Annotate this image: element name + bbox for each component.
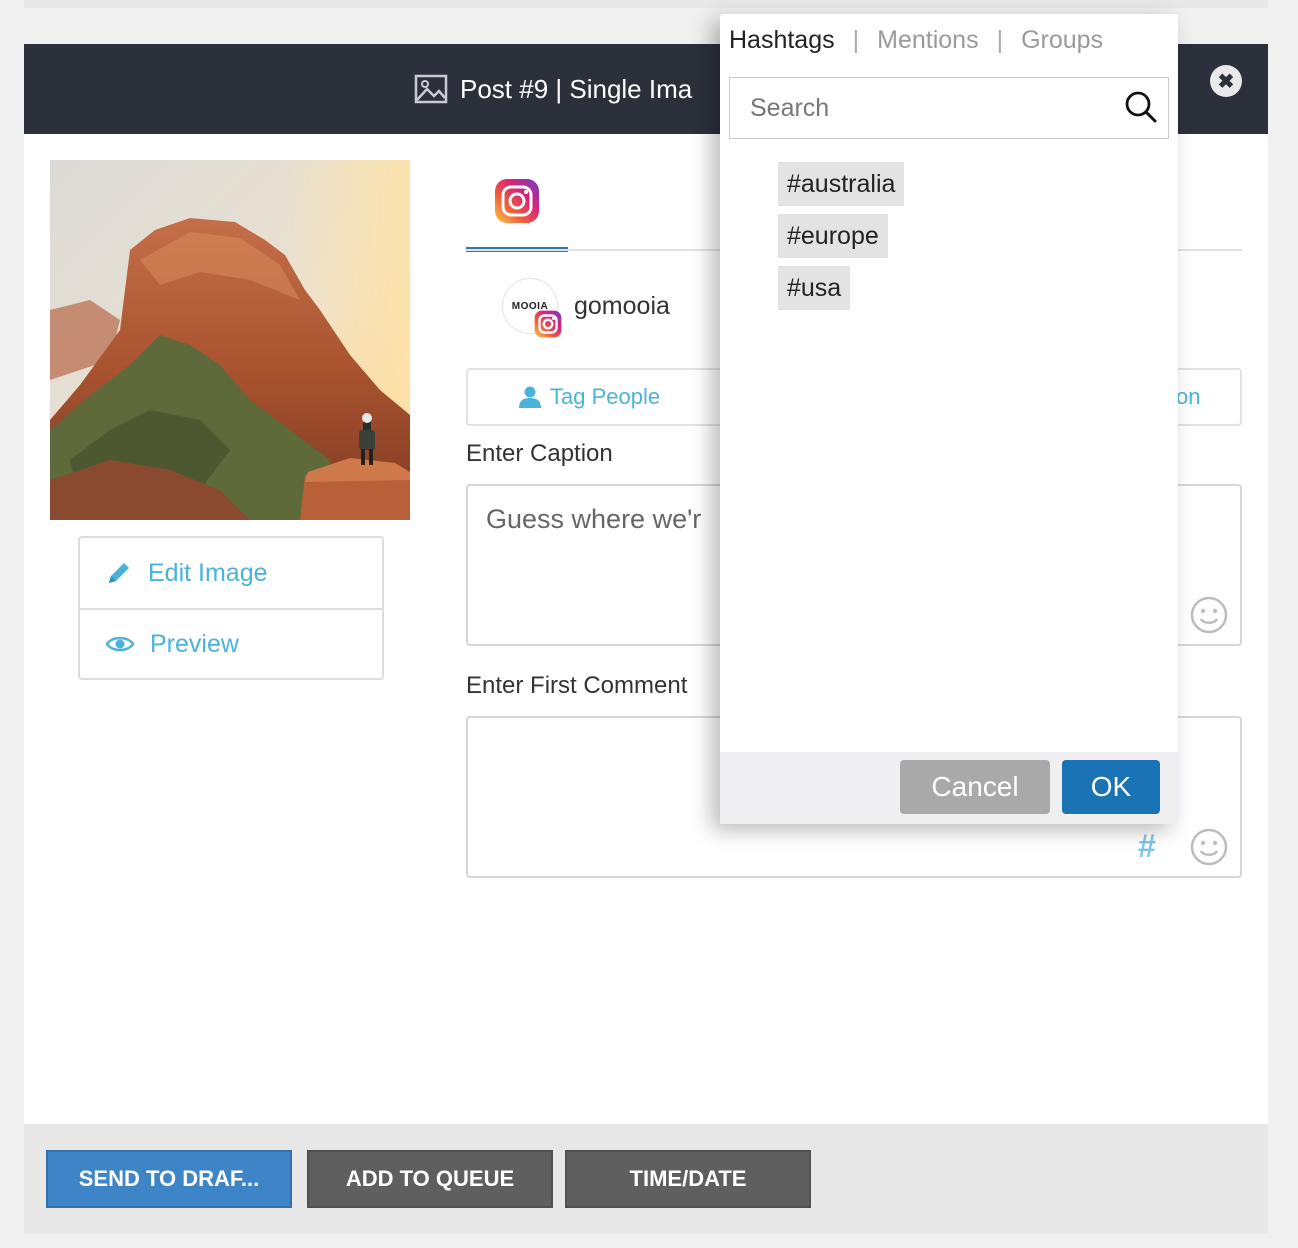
tab-separator: | <box>852 26 860 54</box>
smiley-icon[interactable] <box>1190 596 1228 634</box>
modal-footer: SEND TO DRAF... ADD TO QUEUE TIME/DATE <box>24 1124 1268 1234</box>
modal-title-text: Post #9 | Single Ima <box>460 73 693 104</box>
hashtag-icon[interactable]: # <box>1138 828 1156 865</box>
hashtag-item[interactable]: #europe <box>778 214 888 258</box>
first-comment-label: Enter First Comment <box>466 672 688 699</box>
tab-instagram[interactable] <box>466 174 568 252</box>
hashtag-item[interactable]: #australia <box>778 162 905 206</box>
post-photo <box>50 160 410 520</box>
search-icon[interactable] <box>1124 90 1158 124</box>
modal-title: Post #9 | Single Ima <box>414 44 692 134</box>
cancel-button[interactable]: Cancel <box>900 760 1050 814</box>
tab-mentions[interactable]: Mentions <box>877 26 978 55</box>
caption-text: Guess where we'r <box>486 504 702 534</box>
edit-image-label: Edit Image <box>148 558 268 587</box>
hashtag-item[interactable]: #usa <box>778 266 851 310</box>
hashtag-picker-popover: Hashtags | Mentions | Groups #australia … <box>720 14 1178 824</box>
edit-image-button[interactable]: Edit Image <box>80 538 382 608</box>
ok-button[interactable]: OK <box>1062 760 1160 814</box>
instagram-icon <box>495 179 539 223</box>
preview-button[interactable]: Preview <box>80 608 382 678</box>
search-input[interactable] <box>730 78 1168 138</box>
top-strip <box>24 0 1268 8</box>
tag-people-label: Tag People <box>550 384 661 409</box>
image-actions: Edit Image Preview <box>78 536 384 680</box>
account-name: gomooia <box>574 291 670 320</box>
person-icon <box>519 386 541 408</box>
close-button[interactable]: ✖ <box>1210 65 1242 97</box>
tag-people-button[interactable]: Tag People <box>518 370 660 424</box>
avatar: MOOIA <box>502 278 562 338</box>
eye-icon <box>106 636 134 652</box>
tab-hashtags[interactable]: Hashtags <box>729 26 835 55</box>
tag-bar-right-button[interactable]: on <box>1176 370 1200 424</box>
caption-label: Enter Caption <box>466 440 613 467</box>
instagram-badge-icon <box>534 310 562 338</box>
time-date-button[interactable]: TIME/DATE <box>565 1150 811 1208</box>
preview-label: Preview <box>150 629 239 658</box>
account-row: MOOIA gomooia <box>502 278 670 338</box>
close-icon: ✖ <box>1217 70 1235 93</box>
pencil-icon <box>109 563 129 583</box>
search-box <box>729 77 1169 139</box>
tab-separator: | <box>996 26 1004 54</box>
picker-tabs: Hashtags | Mentions | Groups <box>729 26 1103 55</box>
tab-groups[interactable]: Groups <box>1021 26 1103 55</box>
picker-footer: Cancel OK <box>720 752 1178 824</box>
image-icon <box>414 74 448 104</box>
send-to-draft-button[interactable]: SEND TO DRAF... <box>46 1150 292 1208</box>
post-image <box>50 160 410 520</box>
add-to-queue-button[interactable]: ADD TO QUEUE <box>307 1150 553 1208</box>
smiley-icon[interactable] <box>1190 828 1228 866</box>
